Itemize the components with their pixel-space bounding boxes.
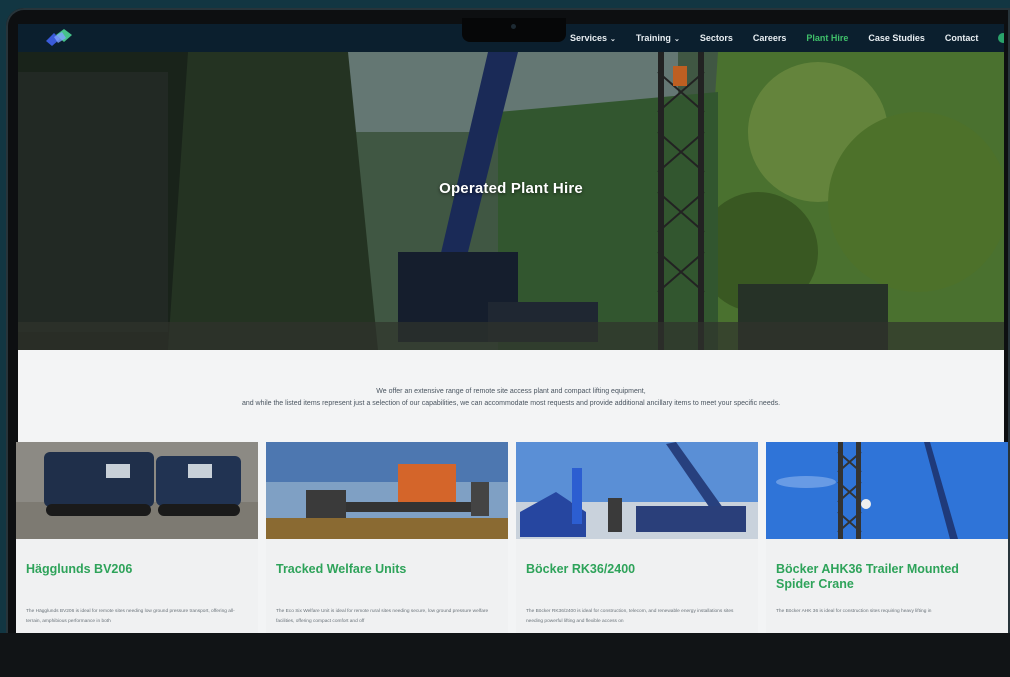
card-description: The Eco Six Welfare Unit is ideal for re…: [276, 609, 489, 624]
chevron-down-icon: ⌄: [673, 36, 680, 43]
equipment-cards: Hägglunds BV206 The Hägglunds BV206 is i…: [16, 442, 1010, 642]
welfare-unit-image: [266, 442, 508, 539]
card-title: Tracked Welfare Units: [276, 562, 407, 576]
card-description: The Hägglunds BV206 is ideal for remote …: [26, 609, 235, 624]
nav-contact[interactable]: Contact: [945, 33, 979, 43]
ahk36-image: [766, 442, 1008, 539]
card-title: Böcker RK36/2400: [526, 562, 636, 576]
hero-banner: Operated Plant Hire: [18, 52, 1004, 350]
card-title: Hägglunds BV206: [26, 562, 133, 576]
main-menu: Services ⌄ Training ⌄ Sectors Careers Plan…: [570, 24, 1004, 52]
bv206-image: [16, 442, 258, 539]
nav-careers[interactable]: Careers: [753, 33, 787, 43]
card-title: Böcker AHK36 Trailer Mounted Spider Cran…: [776, 562, 959, 591]
nav-case-studies[interactable]: Case Studies: [868, 33, 925, 43]
nav-plant-hire[interactable]: Plant Hire: [806, 33, 848, 43]
hero-title: Operated Plant Hire: [439, 180, 583, 197]
intro-text: We offer an extensive range of remote si…: [18, 386, 1004, 410]
nav-services[interactable]: Services ⌄: [570, 33, 616, 43]
company-logo[interactable]: [44, 29, 78, 47]
card-bv206[interactable]: Hägglunds BV206 The Hägglunds BV206 is i…: [16, 442, 258, 642]
intro-line-2: and while the listed items represent jus…: [241, 400, 781, 407]
card-ahk36[interactable]: Böcker AHK36 Trailer Mounted Spider Cran…: [766, 442, 1008, 642]
laptop-bezel-bottom: [0, 633, 1010, 677]
chevron-down-icon: ⌄: [610, 36, 616, 43]
nav-sectors[interactable]: Sectors: [700, 33, 733, 43]
intro-line-1: We offer an extensive range of remote si…: [376, 388, 646, 395]
camera-notch: [462, 18, 566, 42]
globe-icon: [998, 33, 1004, 44]
card-description: The Böcker AHK 36 is ideal for construct…: [776, 609, 932, 614]
nav-training[interactable]: Training ⌄: [636, 33, 680, 43]
hero-image: [18, 52, 1004, 350]
card-description: The Böcker RK36/2400 is ideal for constr…: [526, 609, 734, 624]
card-welfare-units[interactable]: Tracked Welfare Units The Eco Six Welfar…: [266, 442, 508, 642]
card-rk36[interactable]: Böcker RK36/2400 The Böcker RK36/2400 is…: [516, 442, 758, 642]
rk36-image: [516, 442, 758, 539]
language-selector[interactable]: ⌄: [998, 33, 1004, 44]
